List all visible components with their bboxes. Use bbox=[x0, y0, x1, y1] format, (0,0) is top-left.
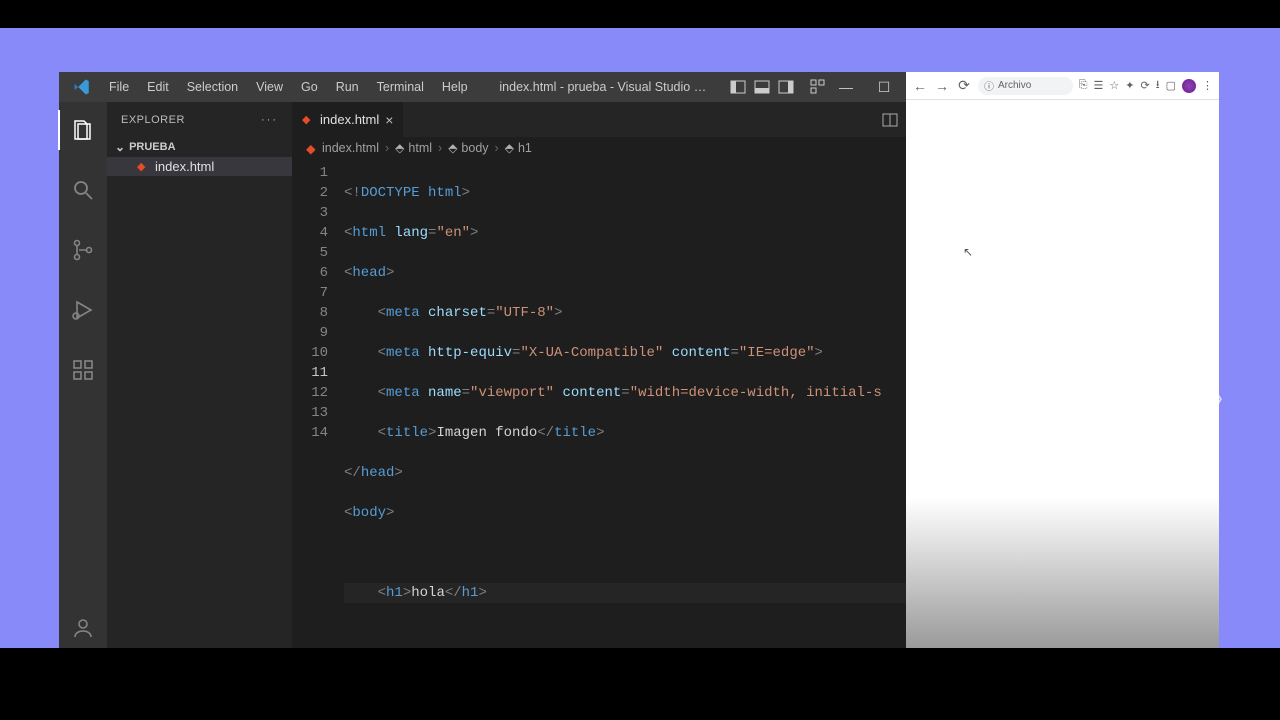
titlebar: File Edit Selection View Go Run Terminal… bbox=[59, 72, 906, 102]
menu-view[interactable]: View bbox=[248, 76, 291, 98]
browser-forward-button[interactable]: → bbox=[934, 78, 950, 94]
app-window: File Edit Selection View Go Run Terminal… bbox=[59, 72, 1219, 648]
explorer-sidebar: EXPLORER ··· PRUEBA ◆ index.html bbox=[107, 102, 292, 648]
browser-reload-button[interactable]: ⟳ bbox=[956, 77, 972, 94]
activity-accounts[interactable] bbox=[59, 608, 107, 648]
translate-icon[interactable]: ☰ bbox=[1094, 79, 1104, 92]
cube-icon: ⬘ bbox=[395, 141, 404, 155]
layout-controls bbox=[730, 79, 826, 95]
menu-run[interactable]: Run bbox=[328, 76, 367, 98]
code-content[interactable]: <!DOCTYPE html> <html lang="en"> <head> … bbox=[342, 159, 906, 648]
crumb-body[interactable]: body bbox=[461, 141, 488, 155]
menu-help[interactable]: Help bbox=[434, 76, 476, 98]
cube-icon: ⬘ bbox=[448, 141, 457, 155]
menu-go[interactable]: Go bbox=[293, 76, 326, 98]
browser-menu-icon[interactable]: ⋮ bbox=[1202, 79, 1213, 92]
crumb-html[interactable]: html bbox=[408, 141, 432, 155]
html5-icon: ◆ bbox=[302, 113, 314, 126]
crumb-file[interactable]: index.html bbox=[322, 141, 379, 155]
browser-toolbar: ← → ⟳ ⓘ Archivo ⎘ ☰ ☆ ✦ ⟳ ⭳ ▢ ⋮ bbox=[906, 72, 1219, 100]
menu-edit[interactable]: Edit bbox=[139, 76, 177, 98]
mouse-cursor-icon: ↖ bbox=[963, 245, 973, 259]
extensions-icon[interactable]: ✦ bbox=[1125, 79, 1134, 92]
menu-file[interactable]: File bbox=[101, 76, 137, 98]
folder-header[interactable]: PRUEBA bbox=[107, 137, 292, 157]
activity-extensions[interactable] bbox=[59, 350, 107, 390]
maximize-button[interactable]: ☐ bbox=[876, 79, 892, 95]
crumb-h1[interactable]: h1 bbox=[518, 141, 532, 155]
code-area[interactable]: 123 456 789 101112 1314 <!DOCTYPE html> … bbox=[292, 159, 906, 648]
customize-layout-icon[interactable] bbox=[810, 79, 826, 95]
menu-selection[interactable]: Selection bbox=[179, 76, 246, 98]
file-index-html[interactable]: ◆ index.html bbox=[107, 157, 292, 176]
layout-panel-bottom-icon[interactable] bbox=[754, 79, 770, 95]
sync-icon[interactable]: ⟳ bbox=[1141, 79, 1150, 92]
vscode-pane: File Edit Selection View Go Run Terminal… bbox=[59, 72, 906, 648]
activity-search[interactable] bbox=[59, 170, 107, 210]
activity-source-control[interactable] bbox=[59, 230, 107, 270]
minimize-button[interactable]: — bbox=[838, 79, 854, 95]
profile-avatar[interactable] bbox=[1182, 79, 1196, 93]
split-editor-icon[interactable] bbox=[882, 112, 898, 128]
explorer-more-icon[interactable]: ··· bbox=[261, 114, 278, 126]
address-text: Archivo bbox=[998, 80, 1031, 91]
browser-address-bar[interactable]: ⓘ Archivo bbox=[978, 77, 1073, 95]
editor: ◆ index.html × ◆index.html › ⬘html › bbox=[292, 102, 906, 648]
tab-label: index.html bbox=[320, 112, 379, 127]
breadcrumbs[interactable]: ◆index.html › ⬘html › ⬘body › ⬘h1 bbox=[292, 137, 906, 159]
menu-terminal[interactable]: Terminal bbox=[369, 76, 432, 98]
layout-sidebar-right-icon[interactable] bbox=[778, 79, 794, 95]
tab-index-html[interactable]: ◆ index.html × bbox=[292, 102, 404, 137]
info-icon: ⓘ bbox=[984, 78, 994, 93]
window-title: index.html - prueba - Visual Studio … bbox=[478, 80, 728, 94]
file-label: index.html bbox=[155, 159, 214, 174]
cube-icon: ⬘ bbox=[505, 141, 514, 155]
viewport-fade bbox=[906, 498, 1219, 648]
editor-tabs: ◆ index.html × bbox=[292, 102, 906, 137]
vscode-logo-icon bbox=[73, 78, 91, 96]
download-icon[interactable]: ⭳ bbox=[1156, 76, 1160, 95]
layout-sidebar-left-icon[interactable] bbox=[730, 79, 746, 95]
browser-back-button[interactable]: ← bbox=[912, 78, 928, 94]
close-tab-icon[interactable]: × bbox=[385, 112, 393, 128]
bookmark-icon[interactable]: ☆ bbox=[1109, 79, 1119, 92]
share-icon[interactable]: ⎘ bbox=[1079, 79, 1088, 92]
activity-bar bbox=[59, 102, 107, 648]
html5-icon: ◆ bbox=[306, 141, 318, 156]
line-gutter: 123 456 789 101112 1314 bbox=[292, 159, 342, 648]
html5-icon: ◆ bbox=[137, 160, 149, 173]
sidepanel-icon[interactable]: ▢ bbox=[1166, 79, 1176, 92]
browser-pane: ← → ⟳ ⓘ Archivo ⎘ ☰ ☆ ✦ ⟳ ⭳ ▢ ⋮ bbox=[906, 72, 1219, 648]
activity-explorer[interactable] bbox=[58, 110, 106, 150]
activity-run-debug[interactable] bbox=[59, 290, 107, 330]
explorer-title: EXPLORER bbox=[121, 114, 185, 126]
browser-viewport: ↖ bbox=[906, 100, 1219, 648]
